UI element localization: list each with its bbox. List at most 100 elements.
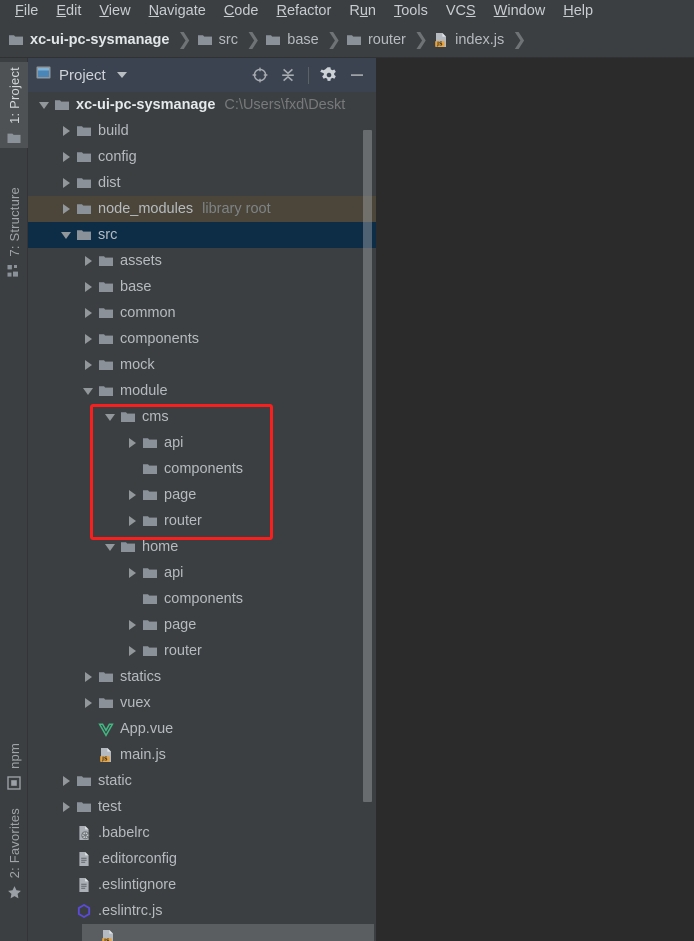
tree-row-api[interactable]: api — [28, 560, 376, 586]
tree-row-module[interactable]: module — [28, 378, 376, 404]
tree-row-assets[interactable]: assets — [28, 248, 376, 274]
tree-row-label: assets — [120, 253, 162, 269]
stripe-button-npm[interactable]: npm — [0, 738, 28, 793]
menu-item-edit[interactable]: Edit — [47, 0, 90, 22]
folder-icon — [118, 404, 138, 430]
menu-item-view[interactable]: View — [90, 0, 139, 22]
chevron-right-icon[interactable] — [58, 768, 74, 794]
tree-row-cms[interactable]: cms — [28, 404, 376, 430]
tree-row-vuex[interactable]: vuex — [28, 690, 376, 716]
tree-row-editorconfig[interactable]: .editorconfig — [28, 846, 376, 872]
tree-row-eslintignore[interactable]: .eslintignore — [28, 872, 376, 898]
tree-row-components[interactable]: components — [28, 586, 376, 612]
tree-row-build[interactable]: build — [28, 118, 376, 144]
editor-area[interactable] — [376, 58, 694, 941]
menu-item-window[interactable]: Window — [485, 0, 555, 22]
chevron-right-icon[interactable] — [58, 144, 74, 170]
breadcrumb-item-index-js[interactable]: JS index.js — [433, 22, 504, 58]
chevron-right-icon[interactable] — [80, 300, 96, 326]
tree-row-sublabel: library root — [202, 201, 271, 217]
folder-icon — [96, 274, 116, 300]
tree-row-statics[interactable]: statics — [28, 664, 376, 690]
chevron-down-icon[interactable] — [102, 534, 118, 560]
tree-row-page[interactable]: page — [28, 612, 376, 638]
minimize-icon[interactable] — [344, 62, 370, 88]
menu-item-help[interactable]: Help — [554, 0, 602, 22]
menu-item-file[interactable]: File — [6, 0, 47, 22]
chevron-right-icon[interactable] — [124, 508, 140, 534]
chevron-right-icon[interactable] — [80, 248, 96, 274]
chevron-down-icon[interactable] — [116, 72, 127, 78]
tree-row-dist[interactable]: dist — [28, 170, 376, 196]
scroll-from-source-button[interactable] — [247, 62, 273, 88]
stripe-button-1-project[interactable]: 1: Project — [0, 62, 28, 148]
chevron-right-icon[interactable] — [124, 430, 140, 456]
breadcrumb-item-src[interactable]: src — [197, 22, 238, 58]
tree-row-router[interactable]: router — [28, 638, 376, 664]
tree-row-eslintrc-js[interactable]: .eslintrc.js — [28, 898, 376, 924]
tree-row-api[interactable]: api — [28, 430, 376, 456]
tree-row-config[interactable]: config — [28, 144, 376, 170]
chevron-right-icon[interactable] — [58, 794, 74, 820]
structure-icon — [7, 264, 21, 278]
stripe-button-7-structure[interactable]: 7: Structure — [0, 182, 28, 281]
chevron-right-icon[interactable] — [58, 118, 74, 144]
tree-row-main-js[interactable]: JS main.js — [28, 742, 376, 768]
chevron-down-icon[interactable] — [80, 378, 96, 404]
tree-row-label: .babelrc — [98, 825, 150, 841]
tree-row-router[interactable]: router — [28, 508, 376, 534]
tree-row-src[interactable]: src — [28, 222, 376, 248]
tree-row-node-modules[interactable]: node_modules library root — [28, 196, 376, 222]
tree-row-components[interactable]: components — [28, 456, 376, 482]
chevron-right-icon[interactable] — [124, 482, 140, 508]
tree-row-home[interactable]: home — [28, 534, 376, 560]
chevron-right-icon[interactable] — [80, 664, 96, 690]
tree-vertical-scrollbar[interactable] — [362, 92, 373, 941]
tree-row-test[interactable]: test — [28, 794, 376, 820]
chevron-right-icon[interactable] — [124, 638, 140, 664]
folder-icon — [140, 482, 160, 508]
scrollbar-thumb[interactable] — [363, 130, 372, 802]
tree-row-xc-ui-pc-sysmanage[interactable]: xc-ui-pc-sysmanage C:\Users\fxd\Deskt — [28, 92, 376, 118]
stripe-button-2-favorites[interactable]: 2: Favorites — [0, 803, 28, 903]
tree-row-base[interactable]: base — [28, 274, 376, 300]
tree-row-page[interactable]: page — [28, 482, 376, 508]
toolbar-divider — [308, 66, 309, 84]
chevron-right-icon[interactable] — [58, 196, 74, 222]
tree-row-project-path: C:\Users\fxd\Deskt — [224, 97, 346, 113]
menu-item-navigate[interactable]: Navigate — [140, 0, 215, 22]
tree-row-components[interactable]: components — [28, 326, 376, 352]
chevron-right-icon[interactable] — [124, 612, 140, 638]
breadcrumb-separator-icon: ❯ — [512, 29, 527, 50]
menu-item-refactor[interactable]: Refactor — [268, 0, 341, 22]
tree-row-common[interactable]: common — [28, 300, 376, 326]
tree-row-babelrc[interactable]: .babelrc — [28, 820, 376, 846]
menu-item-run[interactable]: Run — [340, 0, 385, 22]
chevron-right-icon[interactable] — [80, 690, 96, 716]
tree-row[interactable]: JS — [82, 924, 374, 941]
menu-item-code[interactable]: Code — [215, 0, 268, 22]
chevron-down-icon[interactable] — [58, 222, 74, 248]
breadcrumb-item-xc-ui-pc-sysmanage[interactable]: xc-ui-pc-sysmanage — [8, 22, 169, 58]
stripe-button-label: 2: Favorites — [6, 807, 22, 878]
tree-row-static[interactable]: static — [28, 768, 376, 794]
menu-item-tools[interactable]: Tools — [385, 0, 437, 22]
breadcrumb-item-router[interactable]: router — [346, 22, 406, 58]
project-tool-window-title: Project — [59, 66, 106, 84]
chevron-down-icon[interactable] — [36, 92, 52, 118]
chevron-right-icon[interactable] — [80, 352, 96, 378]
project-tree[interactable]: xc-ui-pc-sysmanage C:\Users\fxd\Deskt buil… — [28, 92, 376, 941]
chevron-down-icon[interactable] — [102, 404, 118, 430]
tree-row-mock[interactable]: mock — [28, 352, 376, 378]
chevron-right-icon[interactable] — [80, 274, 96, 300]
breadcrumb-item-base[interactable]: base — [265, 22, 319, 58]
gear-icon[interactable] — [316, 62, 342, 88]
collapse-all-button[interactable] — [275, 62, 301, 88]
tree-row-app-vue[interactable]: App.vue — [28, 716, 376, 742]
chevron-right-icon[interactable] — [124, 560, 140, 586]
menu-item-vcs[interactable]: VCS — [437, 0, 485, 22]
chevron-right-icon[interactable] — [80, 326, 96, 352]
chevron-right-icon[interactable] — [58, 170, 74, 196]
